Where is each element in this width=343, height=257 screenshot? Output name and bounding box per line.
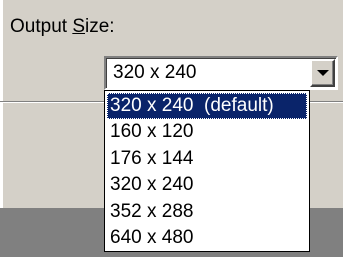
output-size-option-320x240[interactable]: 320 x 240 <box>105 172 309 198</box>
chevron-down-icon <box>317 70 329 76</box>
output-size-dropdown-button[interactable] <box>310 59 335 87</box>
output-size-label: Output Size: <box>10 16 115 38</box>
output-size-selected-value: 320 x 240 <box>113 62 197 83</box>
output-size-dropdown-list[interactable]: 320 x 240 (default) 160 x 120 176 x 144 … <box>104 90 310 252</box>
output-size-combobox[interactable]: 320 x 240 <box>104 56 338 90</box>
output-size-option-640x480[interactable]: 640 x 480 <box>105 225 309 251</box>
output-size-option-176x144[interactable]: 176 x 144 <box>105 146 309 172</box>
output-size-option-160x120[interactable]: 160 x 120 <box>105 119 309 145</box>
output-size-option-320x240-default[interactable]: 320 x 240 (default) <box>107 93 307 120</box>
output-size-option-352x288[interactable]: 352 x 288 <box>105 199 309 225</box>
output-size-label-accelerator: S <box>72 16 86 37</box>
dialog-left-edge <box>0 0 3 208</box>
group-separator-left <box>0 101 112 103</box>
output-size-label-prefix: Output <box>10 16 73 37</box>
output-size-label-suffix: ize: <box>85 16 115 37</box>
group-separator-right <box>308 101 343 103</box>
